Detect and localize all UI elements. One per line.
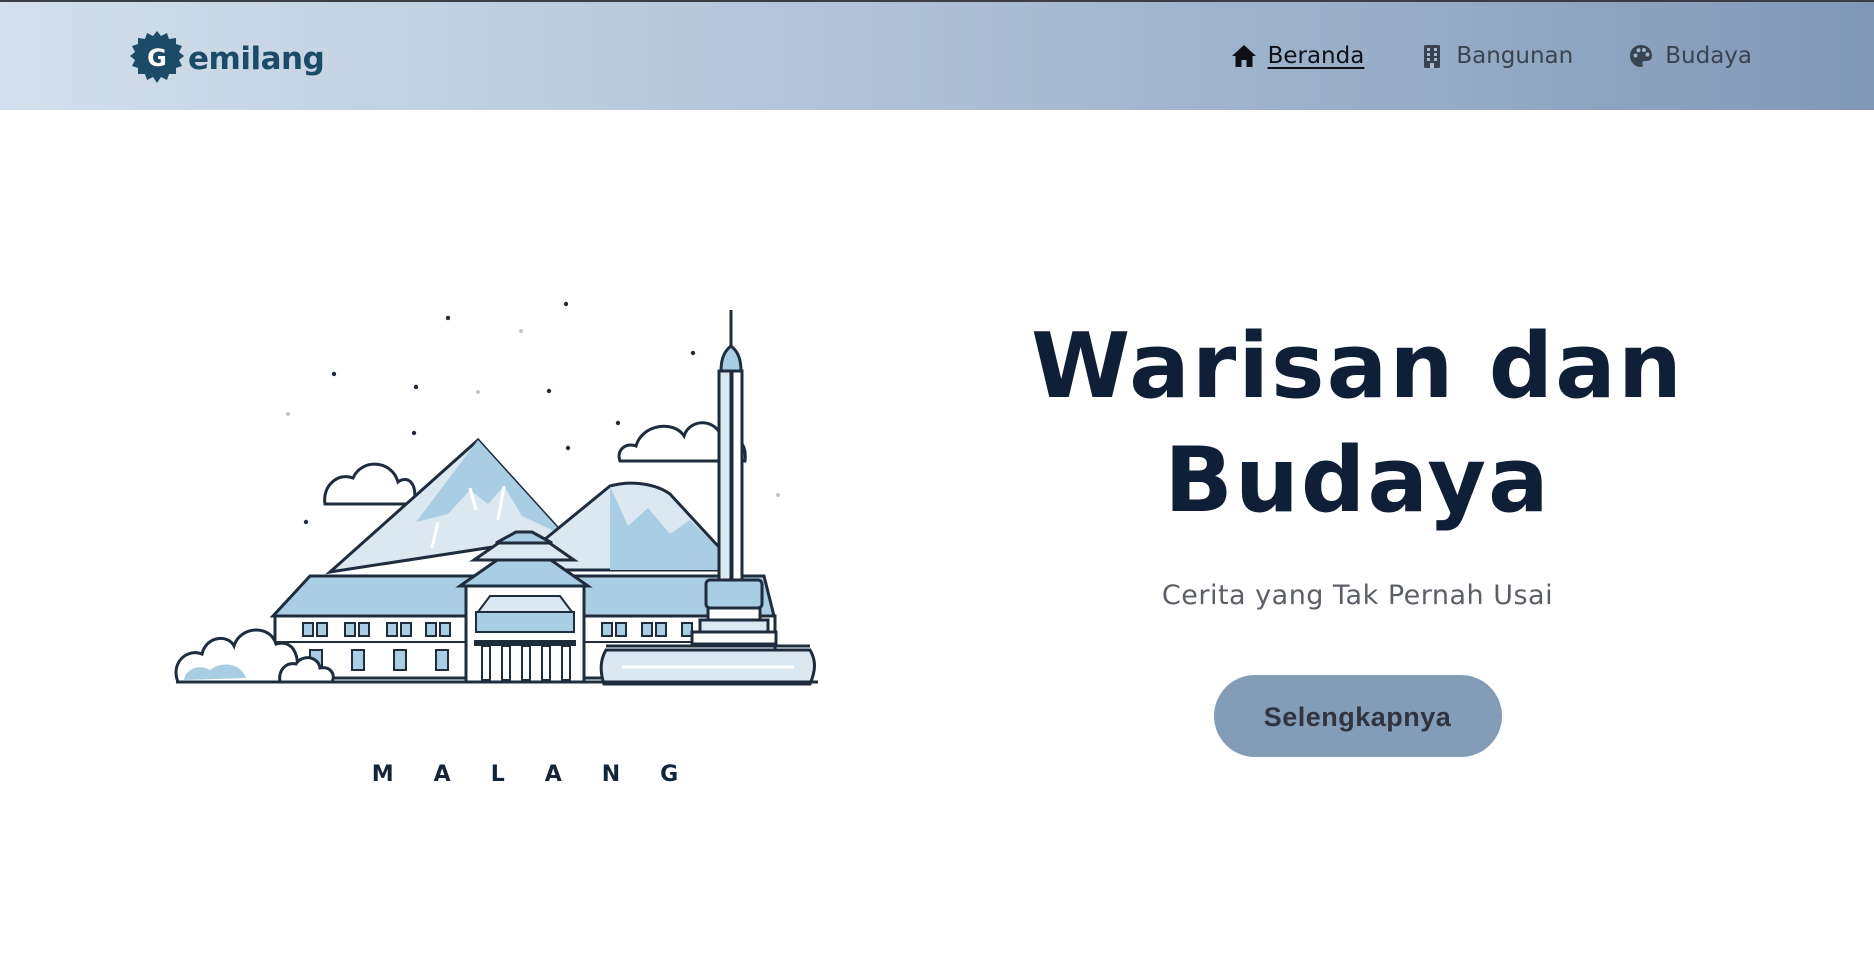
hero-subtitle: Cerita yang Tak Pernah Usai [1161, 580, 1554, 611]
logo-text: emilang [188, 41, 325, 77]
illustration-caption: MALANG [371, 762, 719, 787]
nav-item-bangunan[interactable]: Bangunan [1418, 42, 1573, 70]
hero-title-line-2: Budaya [1164, 428, 1551, 533]
navbar: G emilang Beranda Bangunan Budaya [0, 0, 1874, 110]
logo-badge-icon: G [130, 31, 184, 83]
hero-title: Warisan dan Budaya [1030, 310, 1685, 538]
malang-landmark-illustration [174, 301, 818, 686]
building-icon [1424, 45, 1441, 68]
hero-title-line-1: Warisan dan [1031, 314, 1684, 419]
selengkapnya-button[interactable]: Selengkapnya [1213, 675, 1502, 757]
nav-label-beranda: Beranda [1267, 43, 1365, 69]
malang-illustration: MALANG [170, 290, 880, 800]
palette-icon [1630, 45, 1653, 67]
home-icon [1231, 45, 1256, 67]
main-nav: Beranda Bangunan Budaya [1230, 42, 1752, 70]
nav-label-bangunan: Bangunan [1456, 43, 1574, 69]
nav-item-beranda[interactable]: Beranda [1230, 42, 1365, 70]
logo[interactable]: G emilang [128, 30, 325, 88]
logo-letter: G [147, 44, 167, 72]
nav-item-budaya[interactable]: Budaya [1627, 42, 1752, 70]
hero-text: Warisan dan Budaya Cerita yang Tak Perna… [1030, 310, 1685, 757]
nav-label-budaya: Budaya [1665, 43, 1752, 69]
